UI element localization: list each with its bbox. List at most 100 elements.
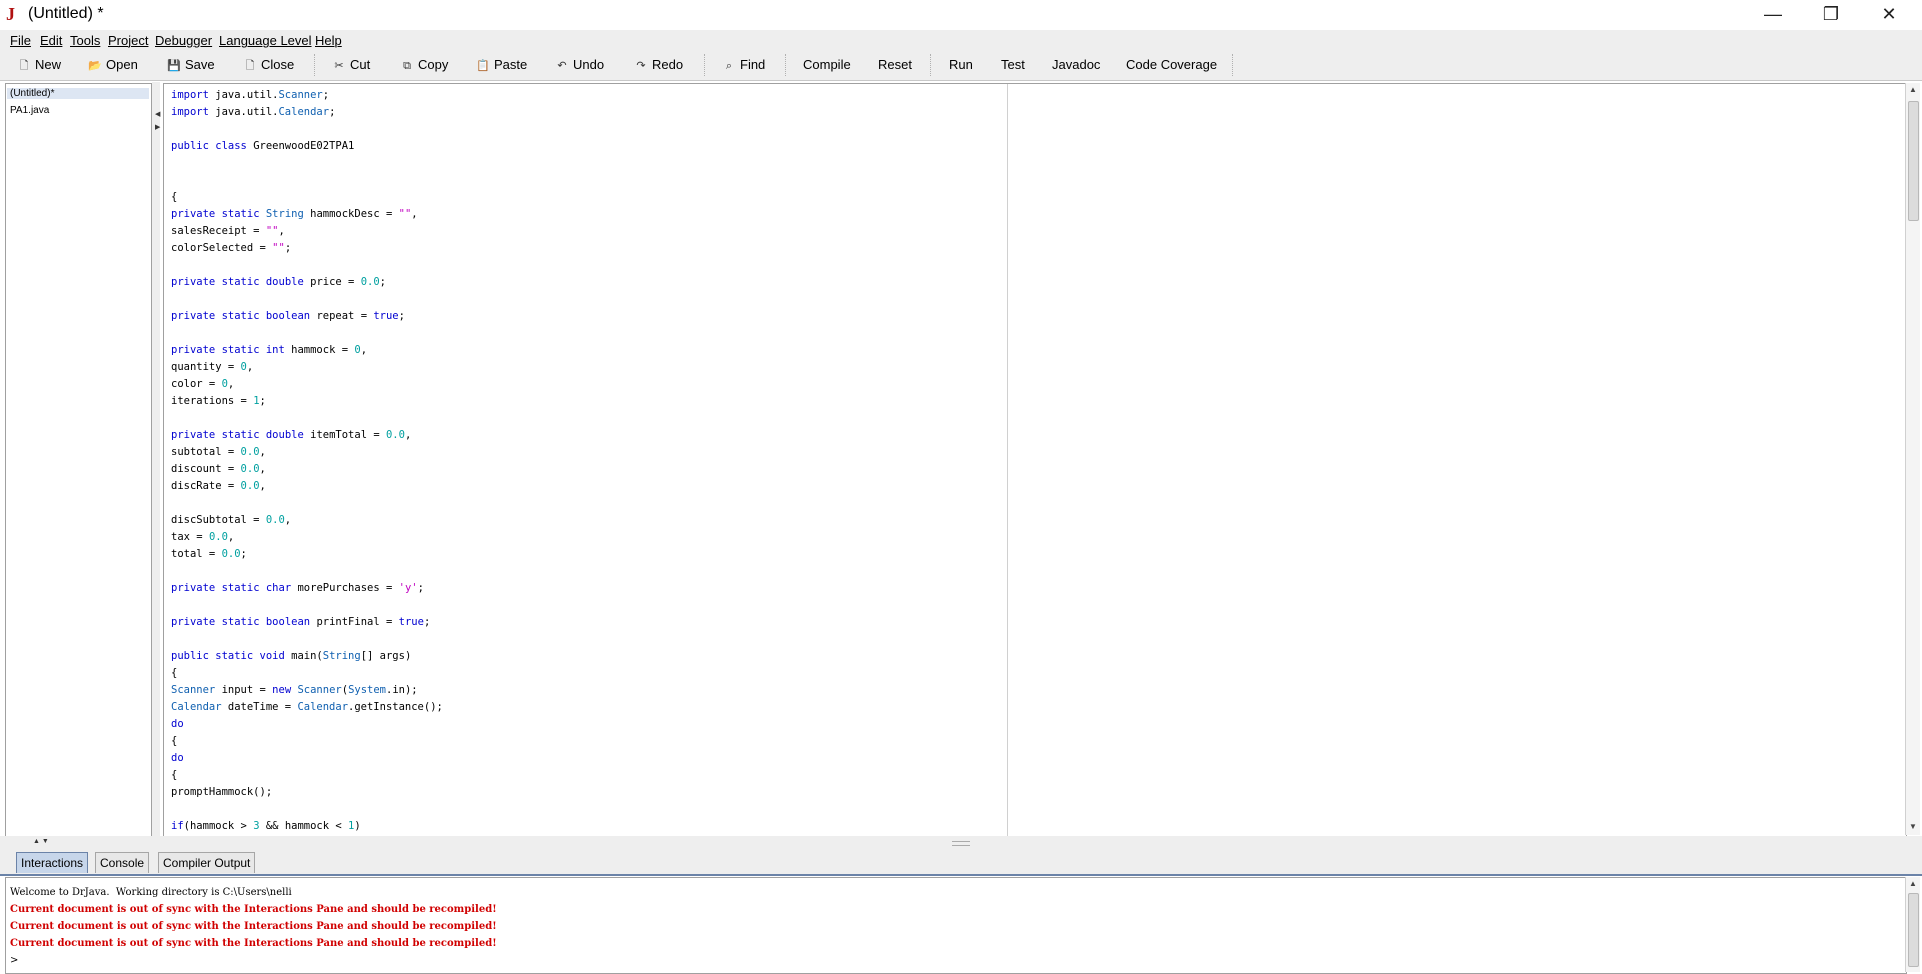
code-line[interactable]: import java.util.Calendar; xyxy=(171,104,443,121)
interactions-pane[interactable]: Welcome to DrJava. Working directory is … xyxy=(5,877,1907,974)
open-folder-icon: 📂 xyxy=(88,60,102,72)
error-message: Current document is out of sync with the… xyxy=(10,904,497,915)
code-line[interactable]: private static boolean printFinal = true… xyxy=(171,614,443,631)
save-label: Save xyxy=(185,57,215,72)
copy-icon: ⧉ xyxy=(403,60,411,72)
code-line[interactable]: quantity = 0, xyxy=(171,359,443,376)
code-line[interactable]: public class GreenwoodE02TPA1 xyxy=(171,138,443,155)
open-button[interactable]: 📂 Open xyxy=(88,54,138,76)
interactions-scroll-thumb[interactable] xyxy=(1908,893,1919,967)
menu-debugger[interactable]: Debugger xyxy=(155,33,212,48)
code-line[interactable] xyxy=(171,257,443,274)
code-line[interactable]: salesReceipt = "", xyxy=(171,223,443,240)
code-line[interactable]: { xyxy=(171,665,443,682)
code-line[interactable]: promptHammock(); xyxy=(171,784,443,801)
scroll-up-icon[interactable]: ▲ xyxy=(1909,879,1917,888)
document-pa1-java[interactable]: PA1.java xyxy=(10,105,49,116)
test-button[interactable]: Test xyxy=(1001,54,1025,76)
code-line[interactable]: discRate = 0.0, xyxy=(171,478,443,495)
code-line[interactable]: private static boolean repeat = true; xyxy=(171,308,443,325)
code-line[interactable]: color = 0, xyxy=(171,376,443,393)
menu-help[interactable]: Help xyxy=(315,33,342,48)
code-line[interactable]: { xyxy=(171,767,443,784)
javadoc-button[interactable]: Javadoc xyxy=(1052,54,1100,76)
code-line[interactable]: do xyxy=(171,750,443,767)
copy-button[interactable]: ⧉ Copy xyxy=(400,54,448,76)
menu-language-level[interactable]: Language Level xyxy=(219,33,312,48)
tab-console[interactable]: Console xyxy=(95,852,150,873)
code-line[interactable]: Calendar dateTime = Calendar.getInstance… xyxy=(171,699,443,716)
code-line[interactable]: tax = 0.0, xyxy=(171,529,443,546)
interactions-text[interactable]: Welcome to DrJava. Working directory is … xyxy=(10,884,497,969)
code-line[interactable] xyxy=(171,410,443,427)
code-line[interactable]: public static void main(String[] args) xyxy=(171,648,443,665)
new-label: New xyxy=(35,57,62,72)
compile-button[interactable]: Compile xyxy=(803,54,851,76)
new-button[interactable]: 🗋 New xyxy=(17,54,61,76)
code-line[interactable]: private static double itemTotal = 0.0, xyxy=(171,427,443,444)
save-button[interactable]: 💾 Save xyxy=(167,54,215,76)
find-button[interactable]: ⌕ Find xyxy=(722,54,765,76)
cut-button[interactable]: ✂ Cut xyxy=(332,54,370,76)
vertical-splitter[interactable] xyxy=(152,82,160,836)
code-line[interactable] xyxy=(171,597,443,614)
code-line[interactable]: private static String hammockDesc = "", xyxy=(171,206,443,223)
menu-file[interactable]: File xyxy=(10,33,31,48)
code-line[interactable] xyxy=(171,563,443,580)
code-line[interactable]: subtotal = 0.0, xyxy=(171,444,443,461)
paste-button[interactable]: 📋 Paste xyxy=(476,54,527,76)
code-line[interactable] xyxy=(171,325,443,342)
toolbar-separator xyxy=(1232,54,1233,76)
tab-interactions[interactable]: Interactions xyxy=(16,852,89,873)
code-line[interactable]: iterations = 1; xyxy=(171,393,443,410)
code-line[interactable]: private static int hammock = 0, xyxy=(171,342,443,359)
document-untitled[interactable]: (Untitled)* xyxy=(7,88,149,99)
editor-vertical-scrollbar[interactable]: ▲ ▼ xyxy=(1905,83,1920,835)
code-line[interactable]: if(hammock > 3 && hammock < 1) xyxy=(171,818,443,835)
code-line[interactable]: { xyxy=(171,733,443,750)
code-line[interactable]: do xyxy=(171,716,443,733)
menu-tools[interactable]: Tools xyxy=(70,33,100,48)
code-line[interactable] xyxy=(171,495,443,512)
expand-right-arrow-icon[interactable]: ▶ xyxy=(155,123,160,131)
code-text[interactable]: import java.util.Scanner; import java.uti… xyxy=(171,87,443,835)
code-line[interactable]: colorSelected = ""; xyxy=(171,240,443,257)
code-line[interactable]: private static char morePurchases = 'y'; xyxy=(171,580,443,597)
code-line[interactable]: Scanner input = new Scanner(System.in); xyxy=(171,682,443,699)
horizontal-splitter[interactable]: ▲ ▼ xyxy=(0,836,1922,852)
menu-project[interactable]: Project xyxy=(108,33,148,48)
code-line[interactable]: { xyxy=(171,189,443,206)
code-line[interactable] xyxy=(171,291,443,308)
code-line[interactable]: import java.util.Scanner; xyxy=(171,87,443,104)
code-line[interactable] xyxy=(171,172,443,189)
editor-scroll-thumb[interactable] xyxy=(1908,101,1919,221)
interactions-vertical-scrollbar[interactable]: ▲ xyxy=(1905,877,1920,972)
close-file-button[interactable]: 🗋 Close xyxy=(243,54,295,76)
paste-label: Paste xyxy=(494,57,528,72)
scroll-up-icon[interactable]: ▲ xyxy=(1909,85,1917,94)
undo-button[interactable]: ↶ Undo xyxy=(555,54,604,76)
interactions-prompt[interactable]: > xyxy=(10,952,497,969)
code-line[interactable]: discSubtotal = 0.0, xyxy=(171,512,443,529)
reset-button[interactable]: Reset xyxy=(878,54,912,76)
minimize-button[interactable]: — xyxy=(1744,0,1802,30)
code-line[interactable] xyxy=(171,631,443,648)
close-window-button[interactable]: ✕ xyxy=(1860,0,1918,30)
split-collapse-icon[interactable]: ▲ ▼ xyxy=(33,838,49,845)
scroll-down-icon[interactable]: ▼ xyxy=(1909,822,1917,831)
code-coverage-button[interactable]: Code Coverage xyxy=(1126,54,1217,76)
code-editor[interactable]: import java.util.Scanner; import java.uti… xyxy=(163,83,1907,837)
code-line[interactable] xyxy=(171,121,443,138)
code-line[interactable]: private static double price = 0.0; xyxy=(171,274,443,291)
code-line[interactable]: discount = 0.0, xyxy=(171,461,443,478)
tab-compiler-output[interactable]: Compiler Output xyxy=(158,852,256,873)
collapse-left-arrow-icon[interactable]: ◀ xyxy=(155,110,160,118)
code-line[interactable] xyxy=(171,801,443,818)
menu-edit[interactable]: Edit xyxy=(40,33,62,48)
redo-button[interactable]: ↷ Redo xyxy=(634,54,683,76)
code-line[interactable] xyxy=(171,155,443,172)
run-button[interactable]: Run xyxy=(949,54,973,76)
splitter-grip-icon xyxy=(952,841,970,846)
code-line[interactable]: total = 0.0; xyxy=(171,546,443,563)
maximize-button[interactable]: ❐ xyxy=(1802,0,1860,30)
